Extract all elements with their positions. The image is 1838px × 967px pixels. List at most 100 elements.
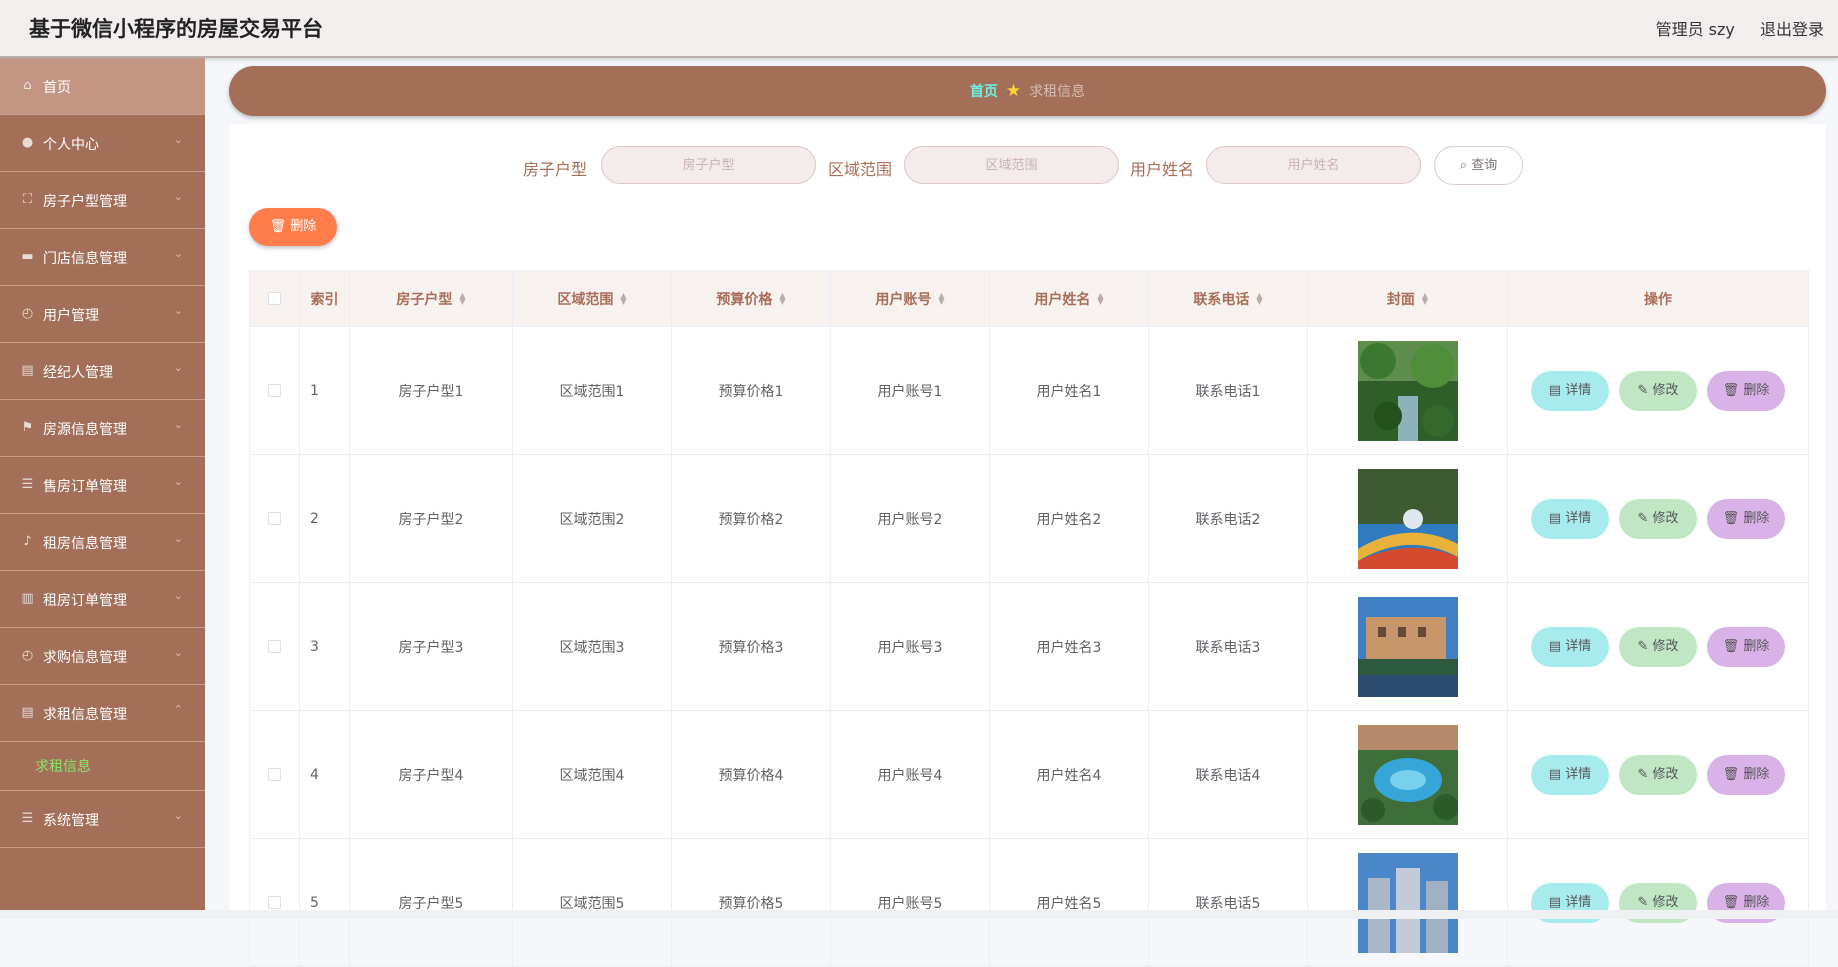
detail-button[interactable]: ▤ 详情 <box>1531 754 1609 795</box>
sidebar-item-label: 用户管理 <box>43 308 99 324</box>
row-checkbox[interactable] <box>268 768 281 781</box>
cell-area: 区域范围5 <box>513 839 672 966</box>
edit-label: 修改 <box>1652 382 1679 398</box>
col-account[interactable]: 用户账号 ▲ ▼ <box>831 271 990 326</box>
document-icon: ▤ <box>1548 510 1566 526</box>
cell-area: 区域范围3 <box>513 583 672 710</box>
row-select-cell <box>250 839 300 966</box>
col-cover[interactable]: 封面 ▲ ▼ <box>1308 271 1508 326</box>
sidebar-item-home[interactable]: ⌂ 首页 <box>0 58 205 115</box>
cell-phone: 联系电话3 <box>1149 583 1308 710</box>
frame-icon: ⛶ <box>22 192 33 207</box>
sidebar-item-rental-info[interactable]: ♪ 租房信息管理 ⌄ <box>0 514 205 571</box>
sidebar-item-system[interactable]: ☰ 系统管理 ⌄ <box>0 791 205 848</box>
house-type-input[interactable]: 房子户型 <box>601 146 816 184</box>
col-user-name[interactable]: 用户姓名 ▲ ▼ <box>990 271 1149 326</box>
cover-image[interactable] <box>1357 852 1458 953</box>
edit-label: 修改 <box>1652 510 1679 526</box>
cell-user-name: 用户姓名3 <box>990 583 1149 710</box>
sidebar-item-label: 租房信息管理 <box>43 536 127 552</box>
search-button[interactable]: ⌕ 查询 <box>1434 146 1523 185</box>
cell-price: 预算价格5 <box>672 839 831 966</box>
delete-label: 删除 <box>1743 766 1770 782</box>
sidebar-item-rental-orders[interactable]: ▥ 租房订单管理 ⌄ <box>0 571 205 628</box>
gauge-icon: ◴ <box>21 306 34 321</box>
col-phone[interactable]: 联系电话 ▲ ▼ <box>1149 271 1308 326</box>
table-row: 2 房子户型2 区域范围2 预算价格2 用户账号2 用户姓名2 联系电话2 ▤ … <box>250 455 1808 583</box>
sort-icon[interactable]: ▲ ▼ <box>459 291 465 305</box>
col-actions: 操作 <box>1644 291 1672 308</box>
list-icon: ☰ <box>21 811 34 826</box>
edit-button[interactable]: ✎ 修改 <box>1619 626 1697 667</box>
user-name-input[interactable]: 用户姓名 <box>1206 146 1421 184</box>
row-checkbox[interactable] <box>268 896 281 909</box>
sidebar-item-listings[interactable]: ⚑ 房源信息管理 ⌄ <box>0 400 205 457</box>
col-area[interactable]: 区域范围 ▲ ▼ <box>513 271 672 326</box>
row-select-cell <box>250 327 300 454</box>
sidebar-item-purchase-requests[interactable]: ◴ 求购信息管理 ⌄ <box>0 628 205 685</box>
breadcrumb-current: 求租信息 <box>1029 84 1086 100</box>
col-label: 用户姓名 <box>1034 291 1091 308</box>
sidebar-item-users[interactable]: ◴ 用户管理 ⌄ <box>0 286 205 343</box>
delete-button[interactable]: 🗑 删除 <box>1707 626 1785 667</box>
sidebar-item-rent-requests[interactable]: ▤ 求租信息管理 ⌃ <box>0 685 205 742</box>
sidebar-item-sale-orders[interactable]: ☰ 售房订单管理 ⌄ <box>0 457 205 514</box>
header-user-area: 管理员 szy 退出登录 <box>1636 16 1824 40</box>
edit-button[interactable]: ✎ 修改 <box>1619 370 1697 411</box>
cell-user-name: 用户姓名1 <box>990 327 1149 454</box>
col-price[interactable]: 预算价格 ▲ ▼ <box>672 271 831 326</box>
admin-user-label[interactable]: 管理员 szy <box>1656 20 1735 39</box>
detail-button[interactable]: ▤ 详情 <box>1531 626 1609 667</box>
pencil-icon: ✎ <box>1637 638 1653 654</box>
cell-account: 用户账号1 <box>831 327 990 454</box>
data-table: 索引 房子户型 ▲ ▼ 区域范围 ▲ ▼ 预算价格 ▲ ▼ 用户账号 ▲ ▼ 用户姓名 ▲ ▼ 联系… <box>249 270 1809 967</box>
delete-button[interactable]: 🗑 删除 <box>1707 370 1785 411</box>
sort-icon[interactable]: ▲ ▼ <box>938 291 944 305</box>
edit-button[interactable]: ✎ 修改 <box>1619 498 1697 539</box>
col-label: 区域范围 <box>557 291 614 308</box>
col-house-type[interactable]: 房子户型 ▲ ▼ <box>350 271 513 326</box>
sidebar-subitem-rent-info[interactable]: 求租信息 <box>0 742 205 791</box>
sort-icon[interactable]: ▲ ▼ <box>1256 291 1262 305</box>
delete-button[interactable]: 🗑 删除 <box>1707 498 1785 539</box>
trash-icon: 🗑 <box>1722 382 1744 398</box>
pencil-icon: ✎ <box>1637 894 1653 910</box>
select-all-checkbox[interactable] <box>268 292 281 305</box>
table-row: 4 房子户型4 区域范围4 预算价格4 用户账号4 用户姓名4 联系电话4 ▤ … <box>250 711 1808 839</box>
breadcrumb-home[interactable]: 首页 <box>970 84 998 100</box>
cover-image[interactable] <box>1357 724 1458 825</box>
area-input[interactable]: 区域范围 <box>904 146 1119 184</box>
sidebar-item-personal-center[interactable]: ● 个人中心 ⌄ <box>0 115 205 172</box>
cell-actions: ▤ 详情 ✎ 修改 🗑 删除 <box>1508 455 1808 582</box>
logout-button[interactable]: 退出登录 <box>1760 20 1824 39</box>
sort-icon[interactable]: ▲ ▼ <box>620 291 626 305</box>
row-select-cell <box>250 711 300 838</box>
cell-account: 用户账号3 <box>831 583 990 710</box>
sort-icon[interactable]: ▲ ▼ <box>779 291 785 305</box>
sort-icon[interactable]: ▲ ▼ <box>1097 291 1103 305</box>
chevron-up-icon: ⌃ <box>173 703 183 716</box>
delete-button[interactable]: 🗑 删除 <box>1707 754 1785 795</box>
sidebar-item-label: 个人中心 <box>43 137 99 153</box>
cell-cover <box>1308 455 1508 582</box>
col-index: 索引 <box>300 271 350 326</box>
detail-label: 详情 <box>1565 894 1592 910</box>
sort-icon[interactable]: ▲ ▼ <box>1422 291 1428 305</box>
detail-button[interactable]: ▤ 详情 <box>1531 370 1609 411</box>
edit-button[interactable]: ✎ 修改 <box>1619 754 1697 795</box>
bulk-delete-button[interactable]: 🗑 删除 <box>249 208 337 246</box>
home-icon: ⌂ <box>23 78 32 93</box>
row-checkbox[interactable] <box>268 512 281 525</box>
cover-image[interactable] <box>1357 340 1458 441</box>
sidebar-item-agents[interactable]: ▤ 经纪人管理 ⌄ <box>0 343 205 400</box>
row-checkbox[interactable] <box>268 640 281 653</box>
detail-button[interactable]: ▤ 详情 <box>1531 498 1609 539</box>
trash-icon: 🗑 <box>1722 894 1744 910</box>
cover-image[interactable] <box>1357 468 1458 569</box>
row-checkbox[interactable] <box>268 384 281 397</box>
sidebar-item-label: 售房订单管理 <box>43 479 127 495</box>
sidebar-item-house-type[interactable]: ⛶ 房子户型管理 ⌄ <box>0 172 205 229</box>
sidebar-item-store[interactable]: ▬ 门店信息管理 ⌄ <box>0 229 205 286</box>
cover-image[interactable] <box>1357 596 1458 697</box>
delete-label: 删除 <box>1743 894 1770 910</box>
